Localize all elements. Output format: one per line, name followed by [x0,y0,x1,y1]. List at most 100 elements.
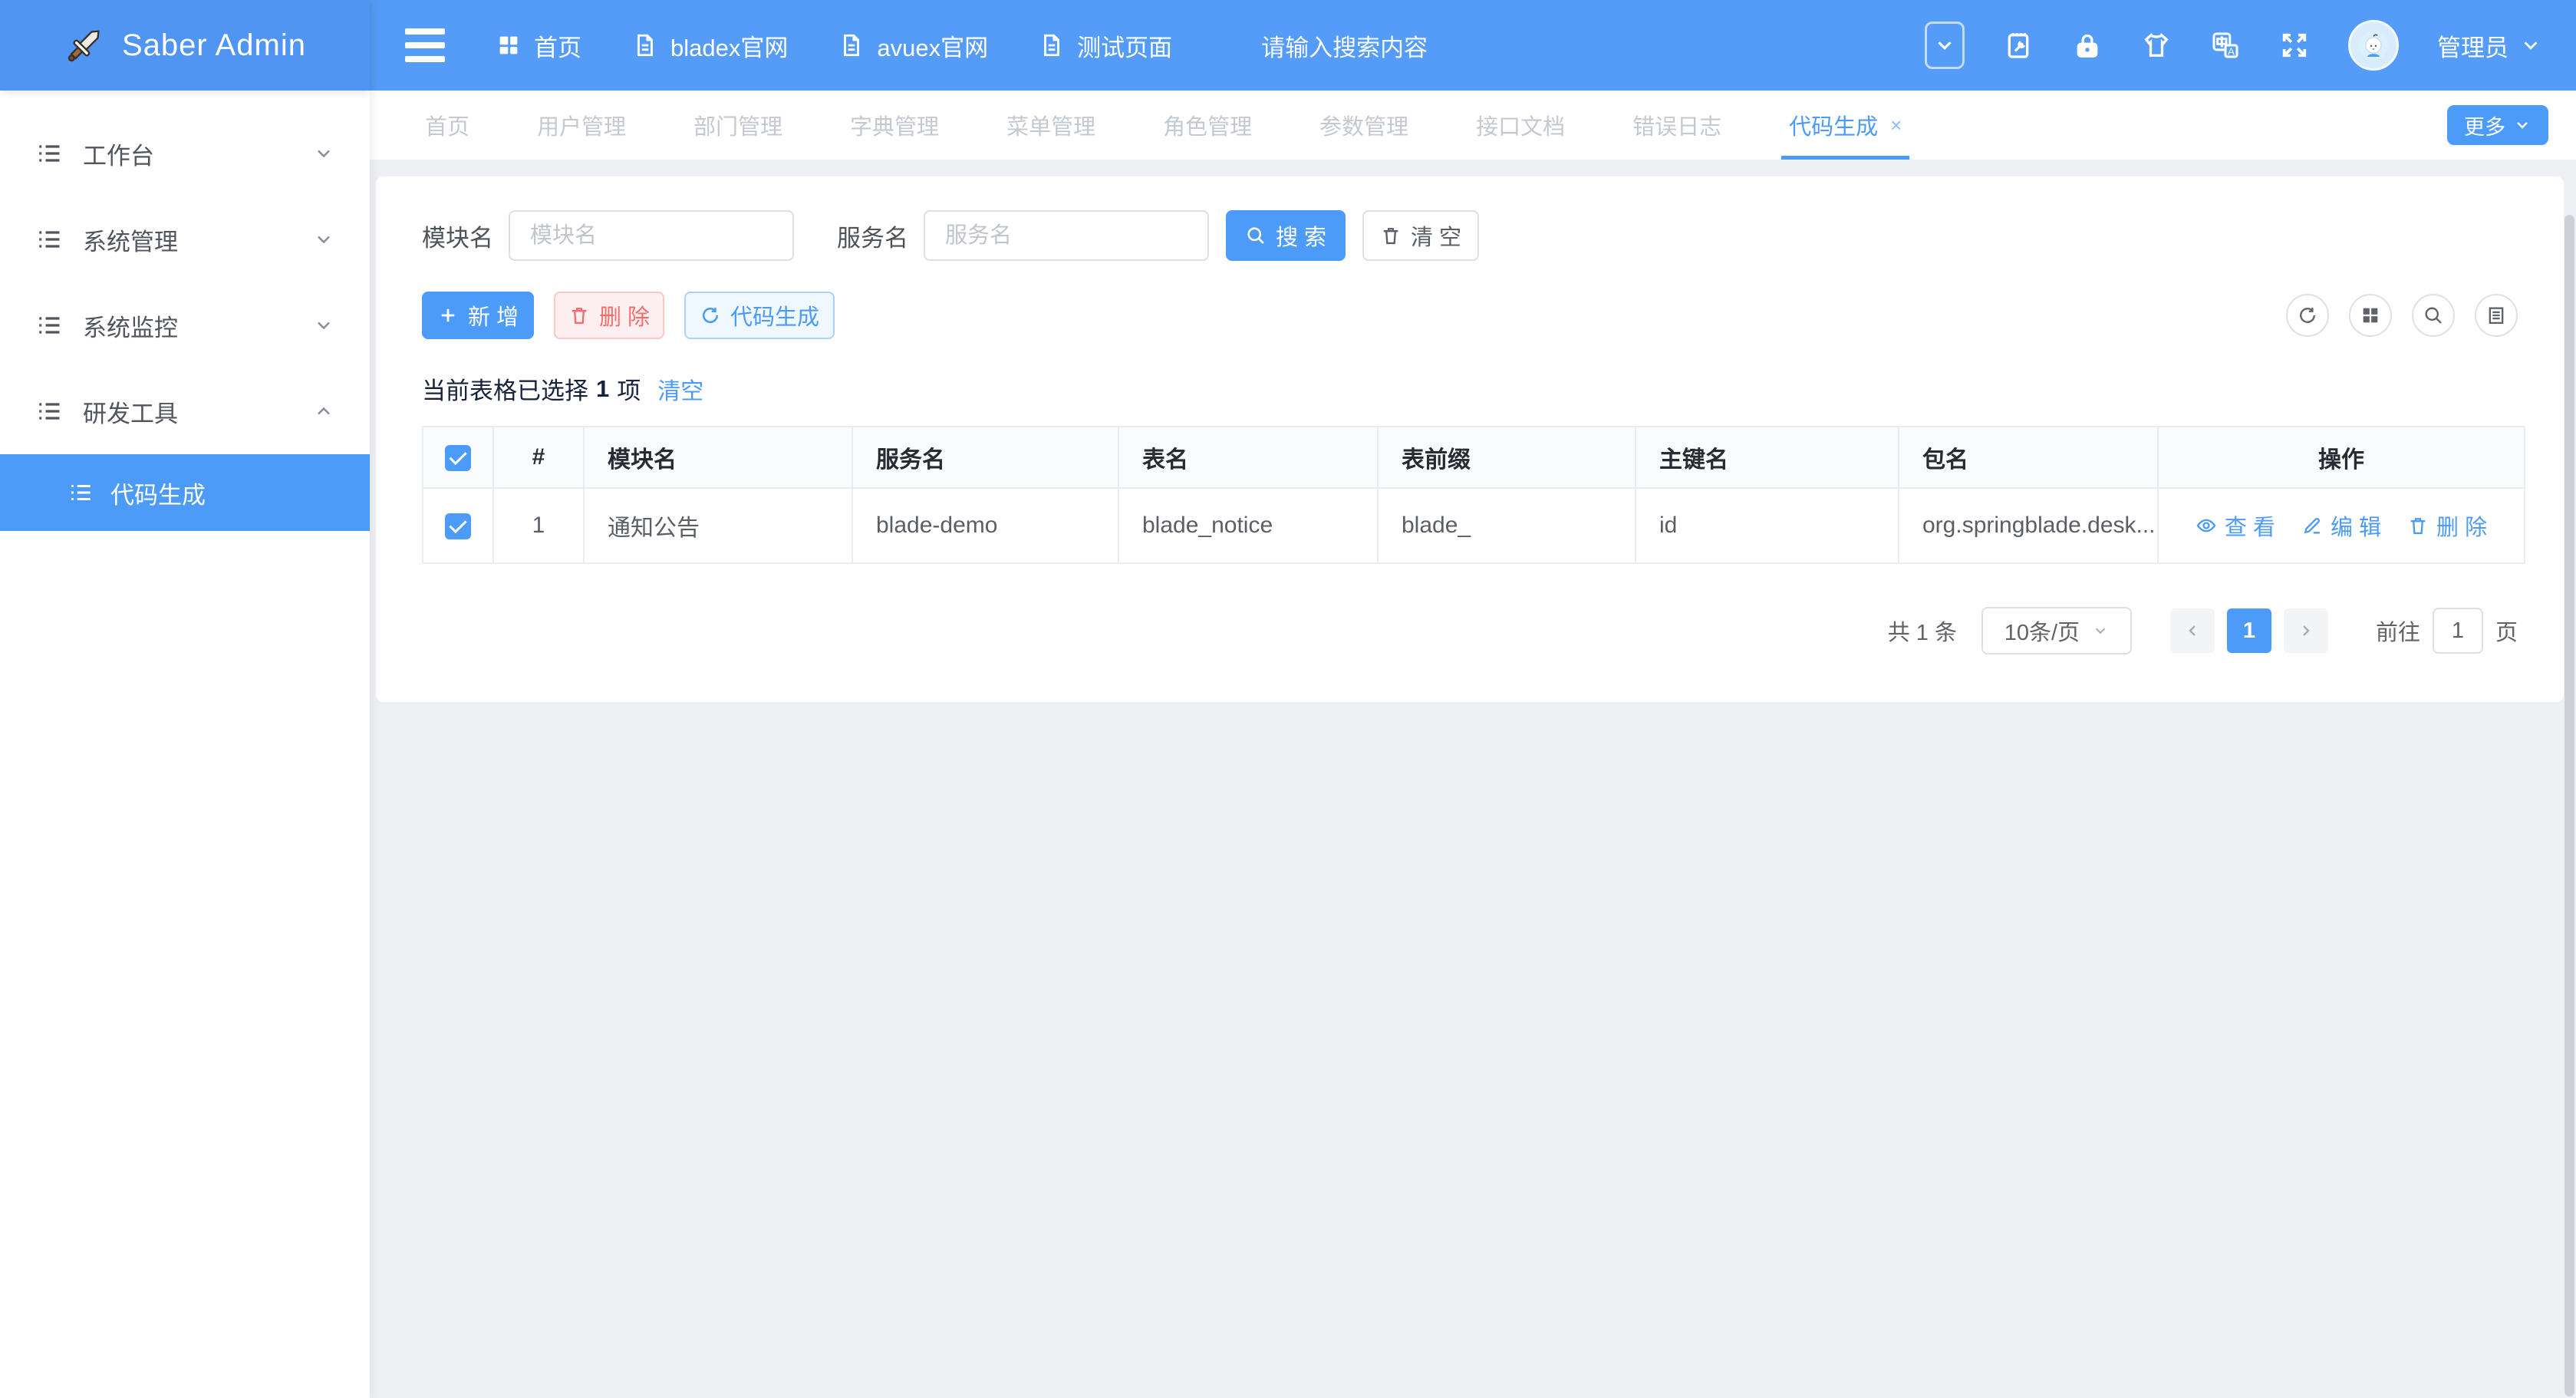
select-all-checkbox[interactable] [445,445,471,471]
tab-code-generation-active[interactable]: 代码生成 × [1755,91,1935,160]
chevron-up-icon [313,401,334,422]
menu-collapse-icon[interactable] [405,28,445,62]
delete-button-label: 删 除 [599,299,650,331]
chevron-right-icon [2297,622,2315,640]
user-menu[interactable]: 管理员 [2437,28,2542,63]
tab-error-log[interactable]: 错误日志 [1599,91,1755,160]
sidebar-item-label: 研发工具 [83,394,178,429]
theme-button[interactable] [2141,30,2172,61]
clear-button[interactable]: 清 空 [1362,210,1479,261]
cell-service: blade-demo [852,488,1118,563]
sidebar-item-workbench[interactable]: 工作台 [0,110,370,196]
fullscreen-button[interactable] [2279,30,2310,61]
selection-prefix: 当前表格已选择 [422,371,588,406]
next-page-button[interactable] [2284,608,2328,653]
tab-label: 部门管理 [693,109,782,141]
search-button-label: 搜 索 [1276,219,1326,252]
user-name: 管理员 [2437,28,2508,63]
service-name-input[interactable] [924,210,1209,261]
main-area: 首页 用户管理 部门管理 字典管理 菜单管理 角色管理 参数管理 接口文档 错误… [370,91,2576,1398]
tab-label: 字典管理 [850,109,939,141]
tab-label: 菜单管理 [1006,109,1095,141]
sidebar-item-system-manage[interactable]: 系统管理 [0,196,370,282]
nav-item-home[interactable]: 首页 [496,28,581,63]
tabbar: 首页 用户管理 部门管理 字典管理 菜单管理 角色管理 参数管理 接口文档 错误… [370,91,2576,160]
row-checkbox[interactable] [445,513,471,539]
list-icon [35,140,63,167]
delete-button[interactable]: 删 除 [554,292,664,339]
tab-dept-manage[interactable]: 部门管理 [660,91,816,160]
search-icon [2423,305,2444,326]
tab-home[interactable]: 首页 [391,91,503,160]
language-button[interactable]: A [2210,30,2241,61]
selection-clear-link[interactable]: 清空 [657,372,703,406]
tab-api-doc[interactable]: 接口文档 [1442,91,1599,160]
delete-link[interactable]: 删 除 [2407,509,2487,542]
refresh-icon [700,305,721,326]
sword-logo-icon [64,25,105,66]
col-package: 包名 [1899,427,2158,488]
top-menu-toggle-button[interactable] [1925,21,1965,69]
delete-link-label: 删 除 [2436,509,2487,542]
module-name-input[interactable] [509,210,794,261]
pagination: 共 1 条 10条/页 1 前往 [422,607,2518,654]
tab-param-manage[interactable]: 参数管理 [1286,91,1442,160]
vertical-scrollbar[interactable] [2564,215,2574,1396]
page-size-select[interactable]: 10条/页 [1981,607,2132,654]
sidebar-item-dev-tools[interactable]: 研发工具 [0,368,370,454]
add-button[interactable]: 新 增 [422,292,534,339]
tab-menu-manage[interactable]: 菜单管理 [973,91,1129,160]
tab-close-icon[interactable]: × [1890,114,1902,137]
page-unit-label: 页 [2495,615,2518,647]
list-icon [68,480,94,506]
table-header-row: # 模块名 服务名 表名 表前缀 主键名 包名 操作 [423,427,2525,488]
chevron-down-icon [313,143,334,164]
more-label: 更多 [2464,110,2505,140]
col-index: # [493,427,584,488]
column-search-button[interactable] [2412,294,2455,337]
tab-label: 首页 [425,109,469,141]
nav-item-avuex[interactable]: avuex官网 [838,28,988,63]
grid-view-button[interactable] [2349,294,2392,337]
top-nav: 首页 bladex官网 avuex官网 测试页面 [496,28,1172,63]
edit-link[interactable]: 编 辑 [2301,509,2381,542]
row-actions: 查 看 编 辑 删 除 [2159,509,2524,542]
tab-user-manage[interactable]: 用户管理 [503,91,660,160]
lock-screen-button[interactable] [2072,30,2103,61]
cell-index: 1 [493,488,584,563]
translate-icon: A [2210,30,2241,61]
sidebar-item-system-monitor[interactable]: 系统监控 [0,282,370,368]
cell-package: org.springblade.desk... [1899,488,2158,563]
chevron-down-icon [2519,34,2542,57]
chevron-down-icon [313,229,334,250]
refresh-button[interactable] [2286,294,2329,337]
nav-item-test[interactable]: 测试页面 [1039,28,1172,63]
prev-page-button[interactable] [2170,608,2215,653]
trash-icon [2407,515,2429,536]
trash-icon [1380,225,1402,246]
tabs-more-button[interactable]: 更多 [2447,105,2548,145]
filter-row: 模块名 服务名 搜 索 清 空 [422,210,2518,261]
sidebar-item-label: 工作台 [83,137,154,171]
search-button[interactable]: 搜 索 [1226,210,1346,261]
global-search-input[interactable]: 请输入搜索内容 [1261,28,1629,63]
col-service: 服务名 [852,427,1118,488]
debug-tool-button[interactable] [2003,30,2034,61]
pencil-icon [2301,515,2323,536]
cell-table: blade_notice [1118,488,1378,563]
view-link[interactable]: 查 看 [2196,509,2275,542]
nav-label: avuex官网 [877,28,988,63]
document-icon [838,32,865,58]
goto-page-input[interactable] [2433,608,2483,654]
plus-icon [437,305,459,326]
sidebar-item-code-generation[interactable]: 代码生成 [0,454,370,531]
page-number-active[interactable]: 1 [2227,608,2271,653]
tab-role-manage[interactable]: 角色管理 [1129,91,1286,160]
tab-dict-manage[interactable]: 字典管理 [816,91,973,160]
tab-label: 接口文档 [1476,109,1565,141]
user-avatar[interactable] [2348,20,2399,71]
nav-item-bladex[interactable]: bladex官网 [632,28,788,63]
sidebar: 工作台 系统管理 系统监控 研发工具 代码生成 [0,91,370,1398]
column-setting-button[interactable] [2475,294,2518,337]
code-generate-button[interactable]: 代码生成 [684,292,835,339]
